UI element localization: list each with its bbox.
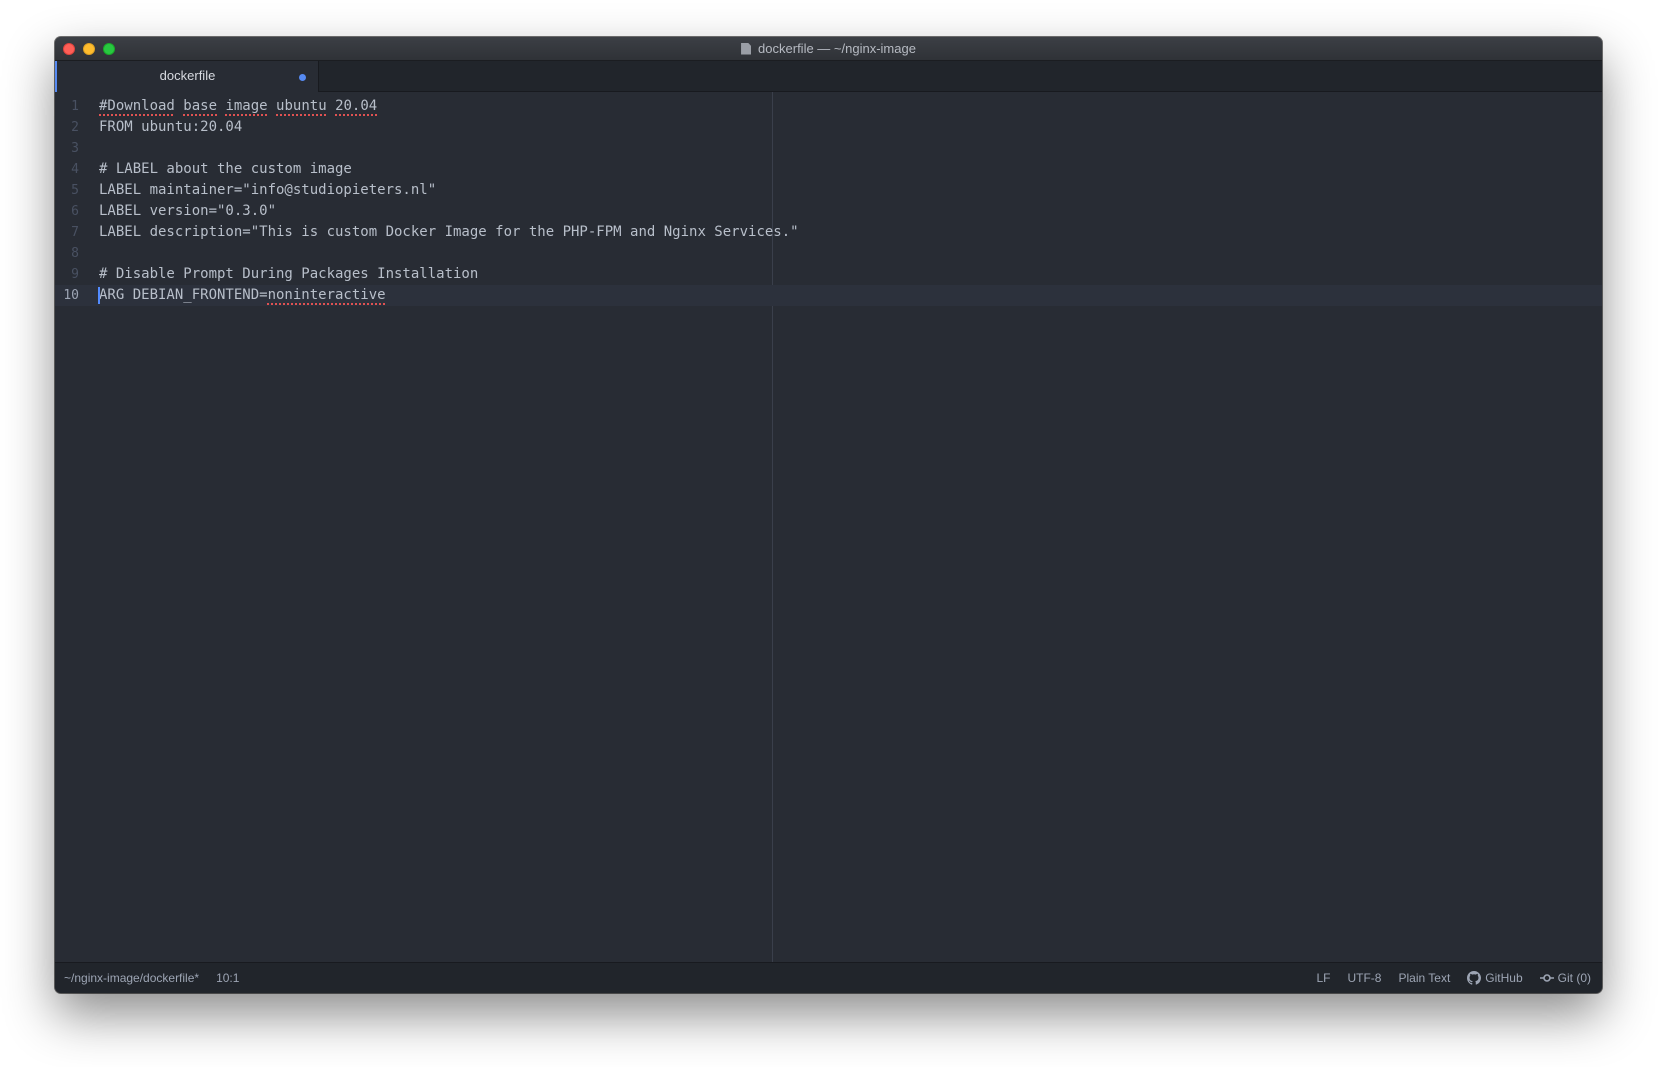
line-number[interactable]: 9 xyxy=(55,264,79,285)
status-cursor-position[interactable]: 10:1 xyxy=(216,971,239,985)
editor-window: dockerfile — ~/nginx-image dockerfile 1 #… xyxy=(55,37,1602,993)
line-number[interactable]: 8 xyxy=(55,243,79,264)
misspelled-word: ubuntu xyxy=(276,98,327,114)
status-grammar-label: Plain Text xyxy=(1398,971,1451,985)
git-commit-icon xyxy=(1539,974,1554,982)
status-encoding[interactable]: UTF-8 xyxy=(1347,971,1381,985)
status-encoding-label: UTF-8 xyxy=(1347,971,1382,985)
status-line-ending[interactable]: LF xyxy=(1316,971,1330,985)
code-line[interactable]: 4 # LABEL about the custom image xyxy=(55,159,1602,180)
status-grammar[interactable]: Plain Text xyxy=(1398,971,1450,985)
tab-dockerfile[interactable]: dockerfile xyxy=(55,61,319,92)
line-number[interactable]: 3 xyxy=(55,138,79,159)
modified-indicator-icon[interactable] xyxy=(299,74,306,81)
line-text: #Download base image ubuntu 20.04 xyxy=(99,96,377,117)
code-line[interactable]: 5 LABEL maintainer="info@studiopieters.nl… xyxy=(55,180,1602,201)
code-segment: ARG DEBIAN_FRONTEND= xyxy=(99,287,268,303)
line-text: LABEL version="0.3.0" xyxy=(99,201,276,222)
status-github-label: GitHub xyxy=(1485,971,1523,985)
line-text: LABEL maintainer="info@studiopieters.nl" xyxy=(99,180,436,201)
line-number[interactable]: 6 xyxy=(55,201,79,222)
code-segment: # Disable Prompt During Packages Install… xyxy=(99,266,479,282)
window-title-text: dockerfile — ~/nginx-image xyxy=(758,41,916,56)
line-number[interactable]: 2 xyxy=(55,117,79,138)
line-text: ARG DEBIAN_FRONTEND=noninteractive xyxy=(99,285,386,306)
tab-label: dockerfile xyxy=(159,68,216,83)
misspelled-word: base xyxy=(183,98,218,114)
code-line[interactable]: 2 FROM ubuntu:20.04 xyxy=(55,117,1602,138)
line-text: # Disable Prompt During Packages Install… xyxy=(99,264,478,285)
code-line[interactable]: 1 #Download base image ubuntu 20.04 xyxy=(55,96,1602,117)
title-bar: dockerfile — ~/nginx-image xyxy=(55,37,1602,61)
status-bar: ~/nginx-image/dockerfile* 10:1 LF UTF-8 … xyxy=(55,962,1602,993)
line-number[interactable]: 4 xyxy=(55,159,79,180)
line-number[interactable]: 1 xyxy=(55,96,79,117)
line-text: FROM ubuntu:20.04 xyxy=(99,117,242,138)
github-icon xyxy=(1467,971,1482,985)
text-cursor xyxy=(98,287,100,304)
code-line[interactable]: 7 LABEL description="This is custom Docke… xyxy=(55,222,1602,243)
code-line[interactable]: 6 LABEL version="0.3.0" xyxy=(55,201,1602,222)
line-text: # LABEL about the custom image xyxy=(99,159,352,180)
text-editor[interactable]: 1 #Download base image ubuntu 20.04 2 FROM … xyxy=(55,92,1602,962)
line-number[interactable]: 5 xyxy=(55,180,79,201)
status-file-path[interactable]: ~/nginx-image/dockerfile* xyxy=(64,971,199,985)
code-segment: LABEL maintainer="info@studiopieters.nl" xyxy=(99,182,437,198)
document-icon xyxy=(741,42,752,55)
code-segment: LABEL description="This is custom Docker… xyxy=(99,224,799,240)
code-line[interactable]: 10 ARG DEBIAN_FRONTEND=noninteractive xyxy=(55,285,1602,306)
code-line[interactable]: 9 # Disable Prompt During Packages Instal… xyxy=(55,264,1602,285)
tab-bar: dockerfile xyxy=(55,61,1602,92)
code-segment: LABEL version="0.3.0" xyxy=(99,203,277,219)
line-number[interactable]: 7 xyxy=(55,222,79,243)
code-segment: FROM ubuntu:20.04 xyxy=(99,119,243,135)
status-git-label: Git (0) xyxy=(1557,971,1591,985)
line-number[interactable]: 10 xyxy=(55,285,79,306)
misspelled-word: image xyxy=(225,98,268,114)
misspelled-word: noninteractive xyxy=(267,287,386,303)
misspelled-word: 20.04 xyxy=(335,98,378,114)
window-title: dockerfile — ~/nginx-image xyxy=(55,37,1602,60)
line-text: LABEL description="This is custom Docker… xyxy=(99,222,799,243)
status-github-button[interactable]: GitHub xyxy=(1467,971,1523,985)
status-git-button[interactable]: Git (0) xyxy=(1539,971,1591,985)
code-line[interactable]: 3 xyxy=(55,138,1602,159)
misspelled-word: #Download xyxy=(99,98,175,114)
code-segment: # LABEL about the custom image xyxy=(99,161,352,177)
code-line[interactable]: 8 xyxy=(55,243,1602,264)
status-line-ending-label: LF xyxy=(1316,971,1331,985)
